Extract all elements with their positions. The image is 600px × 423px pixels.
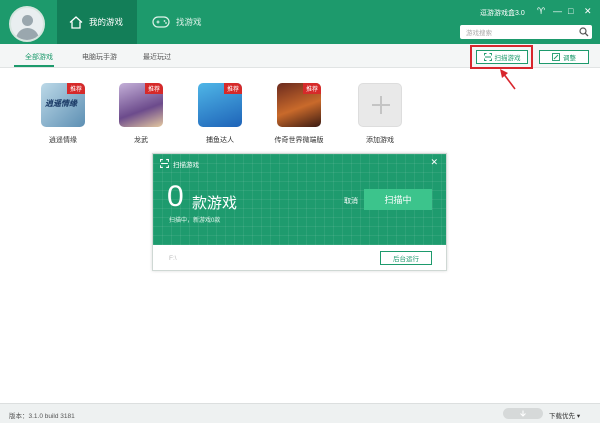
tab-find-games[interactable]: 找游戏 bbox=[140, 0, 220, 44]
subtab-pc-mobile-games[interactable]: 电脑玩手游 bbox=[82, 52, 117, 62]
scan-path: F:\ bbox=[169, 255, 177, 262]
game-item[interactable]: 逍遥情缘 推荐 逍遥情缘 bbox=[23, 83, 103, 145]
app-title: 逗游游戏盒3.0 bbox=[480, 10, 525, 17]
gamepad-icon bbox=[152, 16, 170, 28]
found-count: 0 bbox=[167, 180, 184, 213]
add-game-tile[interactable] bbox=[358, 83, 402, 127]
scan-dialog-title: 扫描游戏 bbox=[173, 162, 199, 169]
download-priority-label: 下载优先 bbox=[549, 413, 575, 420]
game-name: 逍遥情缘 bbox=[49, 137, 77, 144]
highlight-box bbox=[470, 45, 533, 69]
minimize-button[interactable]: — bbox=[553, 6, 562, 16]
game-item[interactable]: 推荐 龙武 bbox=[101, 83, 181, 145]
run-in-background-button[interactable]: 后台运行 bbox=[380, 251, 432, 265]
close-icon[interactable]: ✕ bbox=[430, 157, 438, 168]
game-art-text: 逍遥情缘 bbox=[45, 99, 77, 108]
add-game-label: 添加游戏 bbox=[366, 137, 394, 144]
recommend-badge: 推荐 bbox=[223, 83, 242, 94]
game-icon[interactable]: 推荐 bbox=[277, 83, 321, 127]
download-priority-dropdown[interactable]: 下载优先 ▾ bbox=[549, 410, 580, 420]
cancel-button[interactable]: 取消 bbox=[344, 196, 358, 206]
game-icon[interactable]: 推荐 bbox=[119, 83, 163, 127]
game-icon[interactable]: 推荐 bbox=[198, 83, 242, 127]
scan-icon bbox=[160, 159, 169, 168]
game-name: 捕鱼达人 bbox=[206, 137, 234, 144]
download-toggle[interactable] bbox=[503, 408, 543, 419]
title-bar: 我的游戏 找游戏 逗游游戏盒3.0 ♈ — □ ✕ 游戏搜索 bbox=[0, 0, 600, 44]
chevron-down-icon: ▾ bbox=[576, 413, 581, 420]
red-arrow-annotation bbox=[500, 69, 516, 90]
edit-icon bbox=[552, 53, 560, 61]
maximize-button[interactable]: □ bbox=[568, 6, 573, 16]
tab-my-games[interactable]: 我的游戏 bbox=[57, 0, 137, 44]
version-label: 版本：3.1.0 build 3181 bbox=[9, 413, 75, 420]
recommend-badge: 推荐 bbox=[66, 83, 85, 94]
subtab-recently-played[interactable]: 最近玩过 bbox=[143, 52, 171, 62]
game-icon[interactable]: 逍遥情缘 推荐 bbox=[41, 83, 85, 127]
adjust-label: 调整 bbox=[563, 55, 576, 62]
tab-find-games-label: 找游戏 bbox=[176, 17, 202, 27]
subtab-all-games[interactable]: 全部游戏 bbox=[25, 52, 53, 62]
game-item[interactable]: 推荐 传奇世界微端版 bbox=[259, 83, 339, 145]
download-icon bbox=[520, 410, 526, 417]
recommend-badge: 推荐 bbox=[302, 83, 321, 94]
recommend-badge: 推荐 bbox=[144, 83, 163, 94]
add-game-item[interactable]: 添加游戏 bbox=[340, 83, 420, 145]
found-unit: 款游戏 bbox=[192, 195, 238, 212]
scanning-button[interactable]: 扫描中 bbox=[364, 189, 432, 210]
status-bar: 版本：3.1.0 build 3181 下载优先 ▾ bbox=[0, 403, 600, 423]
scan-dialog: 扫描游戏 ✕ 0 款游戏 扫描中，新游戏0款 取消 扫描中 F:\ 后台运行 bbox=[152, 153, 447, 271]
search-placeholder: 游戏搜索 bbox=[466, 30, 492, 37]
game-item[interactable]: 推荐 捕鱼达人 bbox=[180, 83, 260, 145]
search-input[interactable]: 游戏搜索 bbox=[460, 25, 592, 39]
active-tab-underline bbox=[14, 65, 54, 67]
search-icon[interactable] bbox=[579, 27, 589, 37]
game-name: 传奇世界微端版 bbox=[274, 137, 324, 144]
scan-status: 扫描中，新游戏0款 bbox=[169, 218, 221, 224]
adjust-button[interactable]: 调整 bbox=[539, 50, 589, 64]
avatar[interactable] bbox=[9, 6, 45, 42]
home-icon bbox=[69, 15, 83, 29]
skin-icon[interactable]: ♈ bbox=[537, 6, 545, 16]
close-button[interactable]: ✕ bbox=[584, 6, 592, 16]
scan-dialog-header: 扫描游戏 ✕ 0 款游戏 扫描中，新游戏0款 取消 扫描中 bbox=[153, 154, 446, 245]
tab-my-games-label: 我的游戏 bbox=[89, 17, 124, 27]
game-name: 龙武 bbox=[134, 137, 148, 144]
